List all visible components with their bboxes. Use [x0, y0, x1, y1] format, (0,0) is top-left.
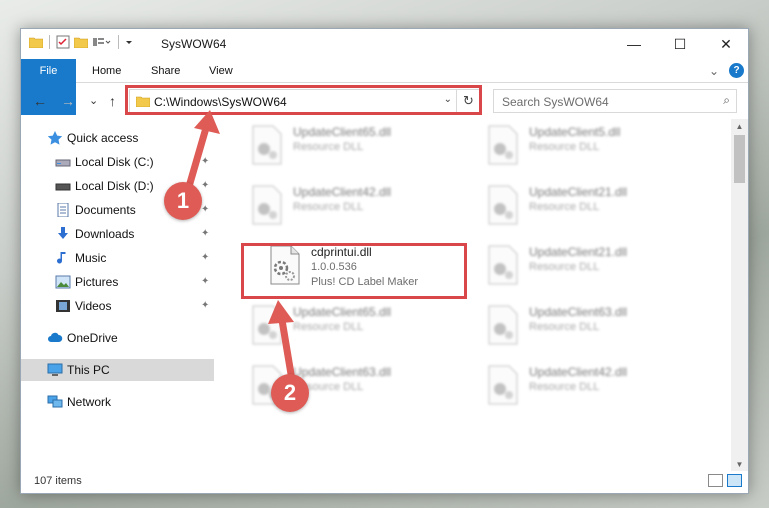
arrow-2 — [278, 316, 296, 384]
arrow-2-head — [268, 300, 294, 324]
arrow-1-head — [194, 110, 220, 134]
step-badge-2: 2 — [271, 374, 309, 412]
annotation-arrows — [184, 110, 296, 384]
step-badge-1: 1 — [164, 182, 202, 220]
arrow-1 — [184, 124, 210, 194]
